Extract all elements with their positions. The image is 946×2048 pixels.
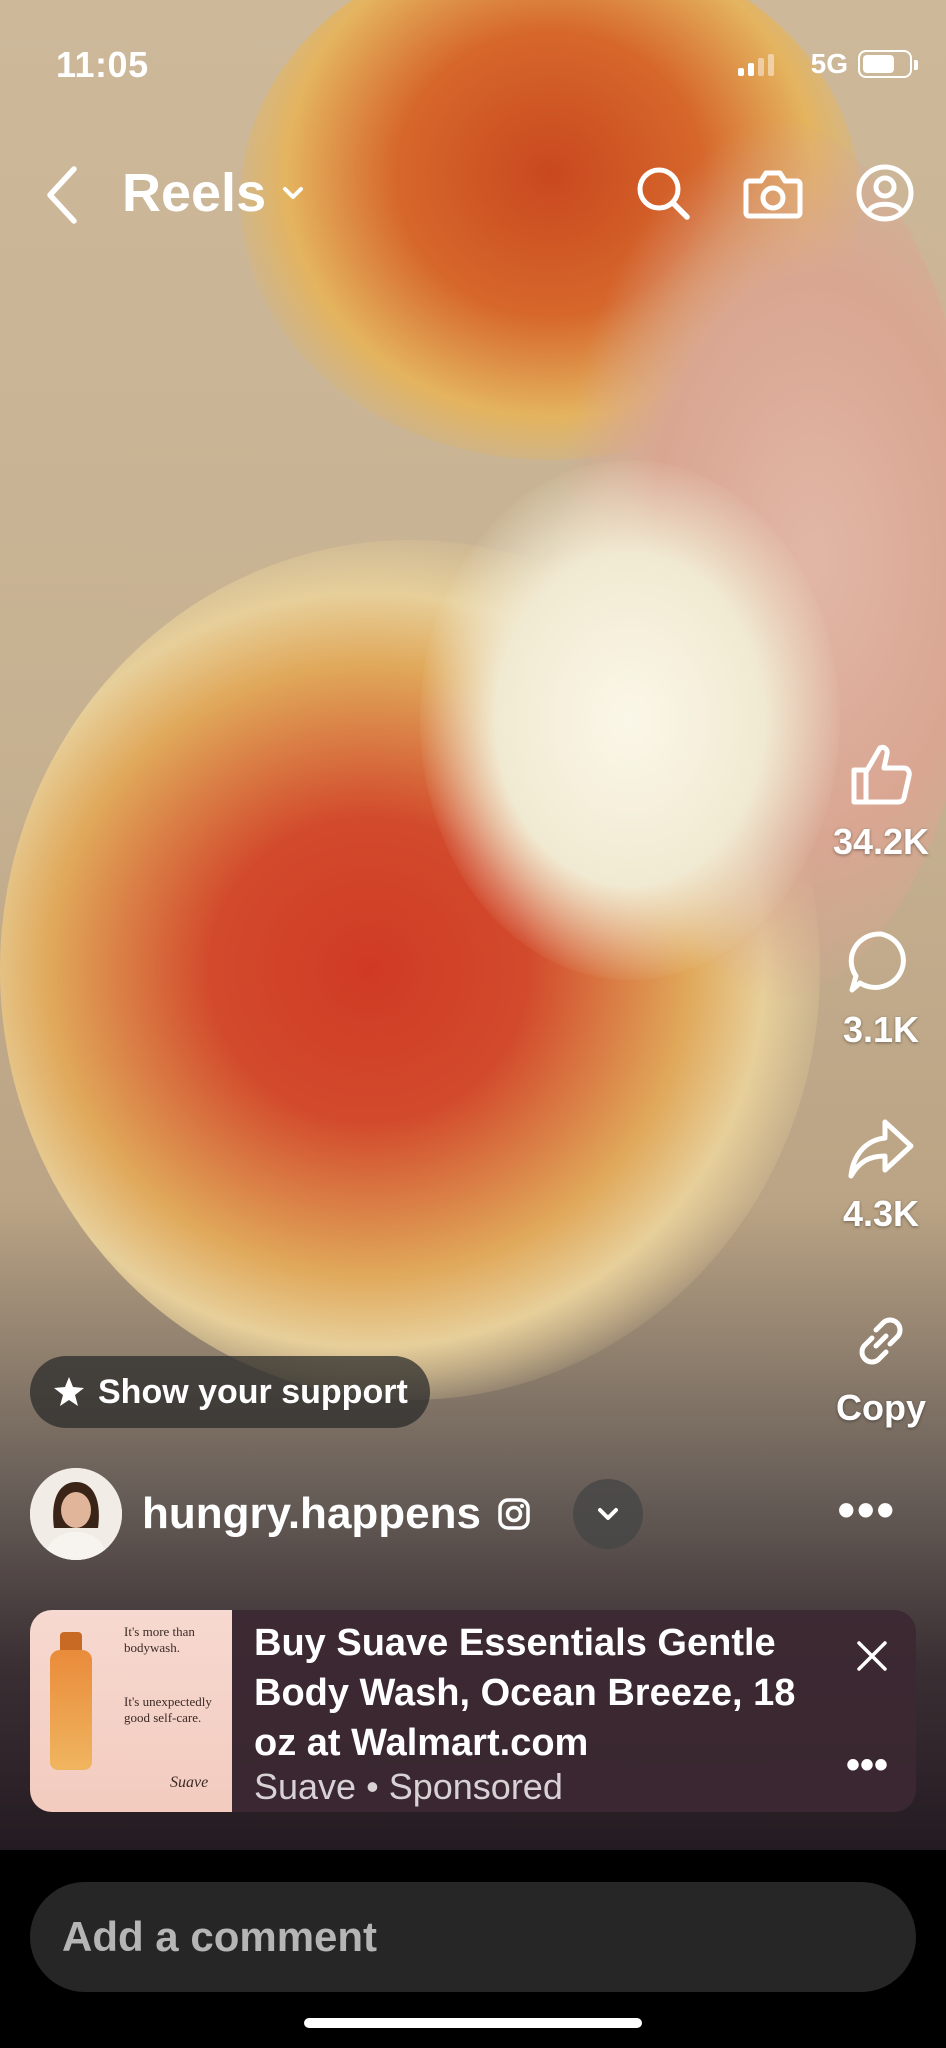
bottom-bar: Add a comment [0,1850,946,2048]
copy-label: Copy [836,1387,926,1428]
chevron-left-icon [47,166,77,224]
status-time: 11:05 [56,44,149,85]
show-support-button[interactable]: Show your support [30,1356,430,1428]
page-title: Reels [122,163,267,223]
author-row: hungry.happens ••• [30,1466,916,1562]
ad-sponsored-label: Sponsored [388,1766,563,1807]
comment-placeholder: Add a comment [62,1913,378,1960]
avatar[interactable] [30,1468,122,1560]
comment-button[interactable]: 3.1K [816,928,946,1051]
share-button[interactable]: 4.3K [816,1116,946,1235]
ad-title[interactable]: Buy Suave Essentials Gentle Body Wash, O… [254,1618,844,1768]
status-bar: 11:05 5G [0,0,946,120]
thumbs-up-icon [851,744,912,805]
chevron-down-icon [283,187,304,199]
search-button[interactable] [632,162,694,224]
ad-thumb-text-2: It's unexpectedly good self-care. [124,1694,212,1725]
home-indicator[interactable] [304,2018,642,2028]
reels-title-dropdown[interactable]: Reels [122,162,304,224]
network-type: 5G [810,48,848,79]
comment-input[interactable]: Add a comment [30,1882,916,1992]
ad-thumb-text-1: It's more than bodywash. [124,1624,195,1655]
ad-thumbnail[interactable]: It's more than bodywash. It's unexpected… [30,1610,232,1812]
ad-more-options-button[interactable]: ••• [846,1745,888,1785]
cheese-image [420,460,840,980]
ad-thumb-brand: Suave [170,1774,209,1791]
instagram-icon [498,1498,530,1530]
comment-bubble-icon [848,931,906,993]
reels-header: Reels [0,150,946,240]
sponsored-ad-card[interactable]: It's more than bodywash. It's unexpected… [30,1610,916,1812]
copy-link-button[interactable]: Copy [816,1306,946,1429]
more-options-button[interactable]: ••• [837,1485,896,1535]
camera-button[interactable] [742,162,804,224]
reel-video[interactable] [0,0,946,1850]
like-button[interactable]: 34.2K [816,740,946,863]
like-count: 34.2K [832,821,930,862]
gift-sparkle-icon [54,1377,84,1406]
author-username[interactable]: hungry.happens [142,1489,481,1539]
signal-icon [738,54,774,76]
camera-icon [743,170,803,219]
show-support-label: Show your support [98,1372,408,1411]
share-arrow-icon [848,1119,914,1179]
ad-separator: • [366,1766,379,1807]
back-button[interactable] [36,160,86,230]
search-icon [637,167,690,220]
close-icon[interactable] [854,1638,890,1674]
profile-icon [856,164,914,222]
ad-meta: Suave • Sponsored [254,1766,563,1808]
share-count: 4.3K [842,1193,920,1234]
battery-icon [858,50,918,78]
comment-count: 3.1K [842,1009,920,1050]
link-icon [859,1317,903,1365]
product-bottle-image [50,1650,92,1770]
author-photo [30,1468,122,1560]
profile-button[interactable] [854,162,916,224]
follow-dropdown-button[interactable] [572,1479,643,1549]
ad-advertiser: Suave [254,1766,357,1807]
chevron-down-icon [597,1508,618,1520]
